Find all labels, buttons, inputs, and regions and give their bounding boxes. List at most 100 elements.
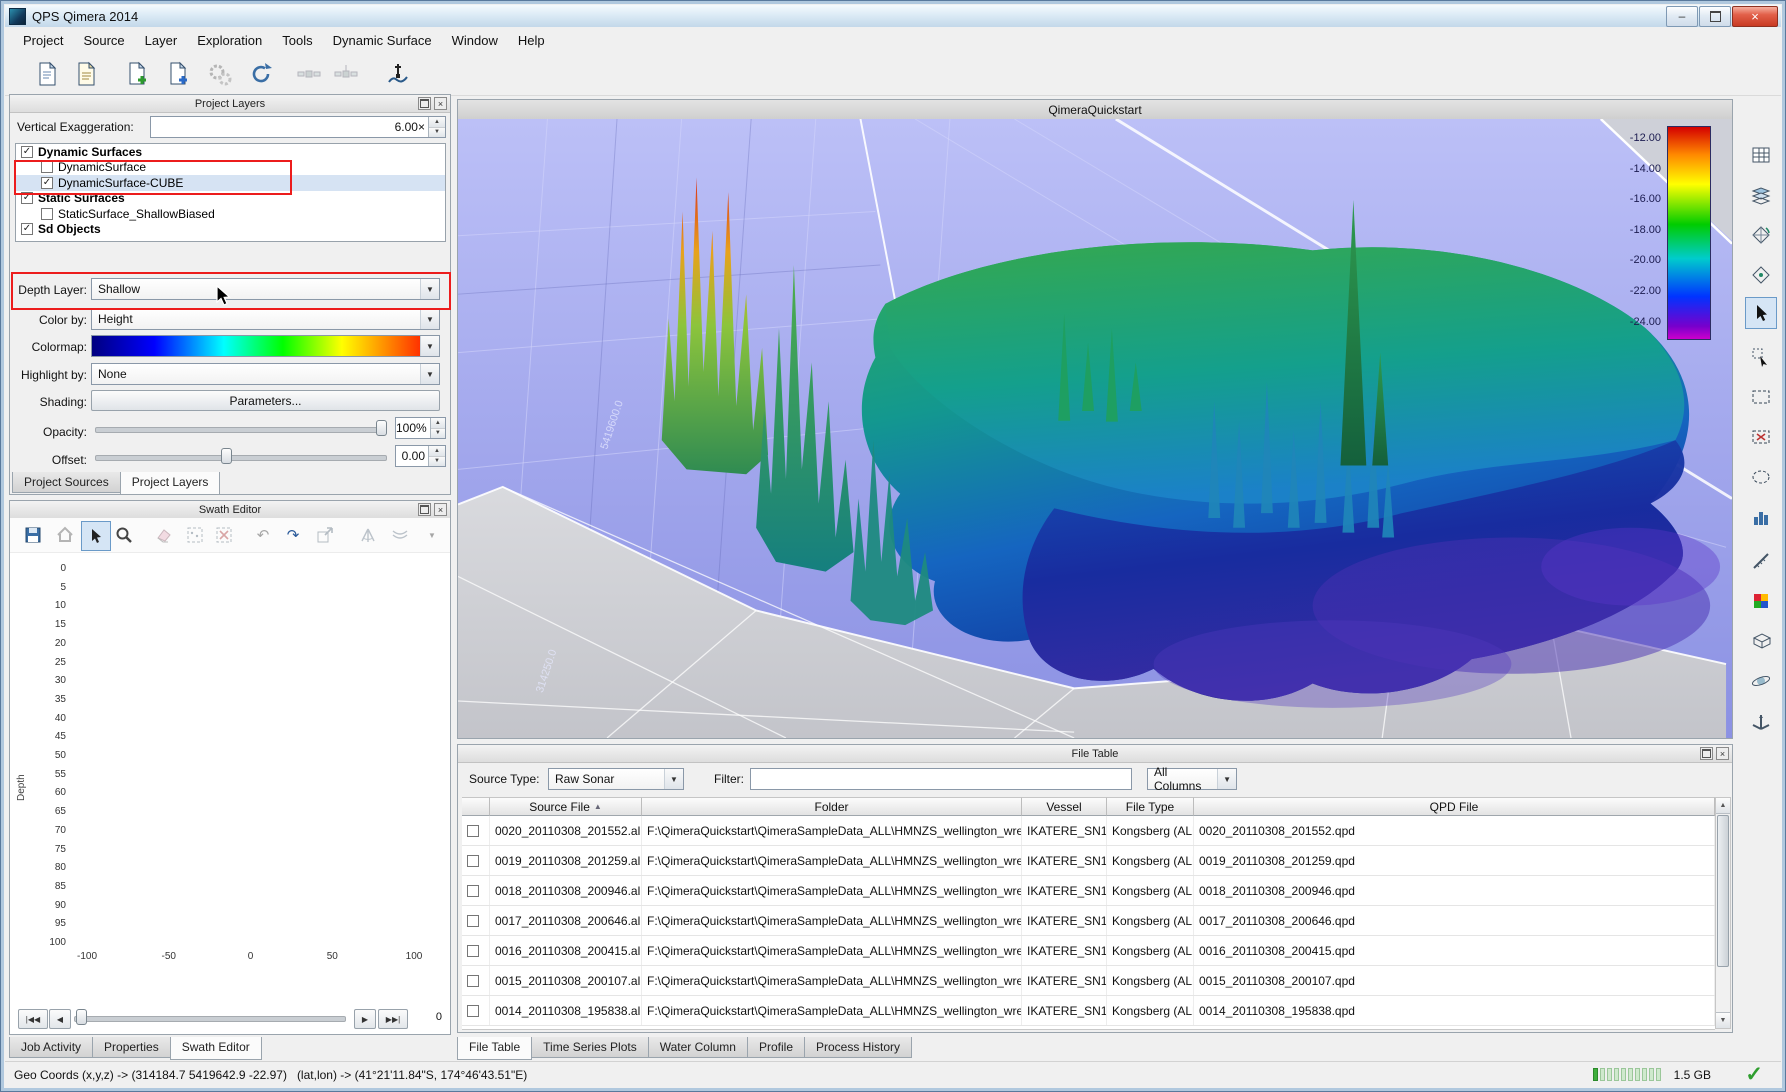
eraser-tool-button[interactable] — [149, 521, 177, 549]
row-checkbox[interactable] — [467, 1005, 479, 1017]
header-qpd-file[interactable]: QPD File — [1194, 797, 1715, 816]
tab-swath-editor[interactable]: Swath Editor — [170, 1037, 262, 1060]
beam-angle-button[interactable] — [354, 521, 382, 549]
scroll-up-icon[interactable]: ▲ — [1716, 798, 1730, 814]
row-checkbox[interactable] — [467, 945, 479, 957]
tab-profile[interactable]: Profile — [747, 1037, 805, 1058]
reject-box-button[interactable] — [311, 521, 339, 549]
table-row[interactable]: 0020_20110308_201552.allF:\QimeraQuickst… — [462, 816, 1715, 846]
reprocess-button[interactable] — [244, 57, 278, 91]
menu-window[interactable]: Window — [442, 30, 508, 51]
home-view-button[interactable] — [51, 521, 79, 549]
fast-forward-button[interactable]: ▶▶| — [378, 1009, 408, 1029]
header-file-type[interactable]: File Type — [1107, 797, 1194, 816]
scrollbar-thumb[interactable] — [1717, 815, 1729, 967]
table-row[interactable]: 0017_20110308_200646.allF:\QimeraQuickst… — [462, 906, 1715, 936]
header-folder[interactable]: Folder — [642, 797, 1022, 816]
row-checkbox[interactable] — [467, 855, 479, 867]
vertical-exaggeration-spinbox[interactable]: 6.00× ▲▼ — [150, 116, 446, 138]
opacity-slider[interactable] — [95, 418, 387, 438]
grid-select-button[interactable] — [181, 521, 209, 549]
shading-parameters-button[interactable]: Parameters... — [91, 390, 440, 411]
spin-down-icon[interactable]: ▼ — [429, 457, 445, 467]
mesh-select-button[interactable] — [1745, 259, 1777, 291]
orbit-button[interactable] — [1745, 665, 1777, 697]
grid-deselect-button[interactable] — [210, 521, 238, 549]
panel-close-button[interactable]: × — [434, 503, 447, 516]
filter-input[interactable] — [750, 768, 1132, 790]
table-row[interactable]: 0014_20110308_195838.allF:\QimeraQuickst… — [462, 996, 1715, 1026]
undo-button[interactable]: ↶ — [249, 521, 277, 549]
chevron-down-icon[interactable]: ▼ — [420, 336, 439, 356]
table-row[interactable]: 0019_20110308_201259.allF:\QimeraQuickst… — [462, 846, 1715, 876]
redo-button[interactable]: ↷ — [279, 521, 307, 549]
satellite-tool-2-button[interactable] — [329, 57, 363, 91]
row-checkbox[interactable] — [467, 825, 479, 837]
chevron-down-icon[interactable]: ▼ — [420, 364, 439, 384]
menu-layer[interactable]: Layer — [135, 30, 188, 51]
tab-job-activity[interactable]: Job Activity — [9, 1037, 93, 1058]
lasso-select-button[interactable] — [1745, 461, 1777, 493]
vertical-scrollbar[interactable]: ▲ ▼ — [1715, 797, 1731, 1029]
tab-project-layers[interactable]: Project Layers — [120, 472, 221, 495]
highlight-by-combo[interactable]: None ▼ — [91, 363, 440, 385]
close-button[interactable]: × — [1732, 6, 1778, 27]
spin-down-icon[interactable]: ▼ — [431, 429, 445, 439]
panel-float-button[interactable] — [418, 503, 431, 516]
checkbox[interactable] — [41, 208, 53, 220]
pointer-tool-button[interactable] — [81, 521, 111, 551]
table-row[interactable]: 0016_20110308_200415.allF:\QimeraQuickst… — [462, 936, 1715, 966]
menu-source[interactable]: Source — [73, 30, 134, 51]
spin-down-icon[interactable]: ▼ — [429, 128, 445, 138]
panel-close-button[interactable]: × — [1716, 747, 1729, 760]
bathymetry-3d-scene[interactable]: 5419600.0 314250.0 — [458, 119, 1732, 738]
panel-close-button[interactable]: × — [434, 97, 447, 110]
toolbar-overflow-button[interactable]: ▼ — [420, 521, 444, 549]
table-row[interactable]: 0015_20110308_200107.allF:\QimeraQuickst… — [462, 966, 1715, 996]
row-checkbox[interactable] — [467, 975, 479, 987]
columns-combo[interactable]: All Columns ▼ — [1147, 768, 1237, 790]
checkbox[interactable]: ✓ — [21, 223, 33, 235]
tab-time-series-plots[interactable]: Time Series Plots — [531, 1037, 649, 1058]
swath-layers-button[interactable] — [1745, 179, 1777, 211]
spin-up-icon[interactable]: ▲ — [431, 418, 445, 429]
panel-float-button[interactable] — [418, 97, 431, 110]
beam-swath-button[interactable] — [386, 521, 414, 549]
slider-handle[interactable] — [221, 448, 232, 464]
checkbox[interactable]: ✓ — [21, 146, 33, 158]
axes-3d-button[interactable] — [1745, 705, 1777, 737]
rect-select-button[interactable] — [1745, 381, 1777, 413]
ping-slider[interactable] — [74, 1007, 346, 1027]
processing-settings-button[interactable] — [203, 57, 237, 91]
scroll-down-icon[interactable]: ▼ — [1716, 1012, 1730, 1028]
offset-spinbox[interactable]: 0.00 ▲▼ — [395, 445, 446, 467]
spin-up-icon[interactable]: ▲ — [429, 117, 445, 128]
save-button[interactable] — [19, 521, 47, 549]
mesh-rotate-button[interactable] — [1745, 219, 1777, 251]
chevron-down-icon[interactable]: ▼ — [420, 309, 439, 329]
title-bar[interactable]: QPS Qimera 2014 – × — [5, 5, 1781, 27]
spin-up-icon[interactable]: ▲ — [429, 446, 445, 457]
menu-project[interactable]: Project — [13, 30, 73, 51]
tab-water-column[interactable]: Water Column — [648, 1037, 748, 1058]
tree-item-staticsurface-shallowbiased[interactable]: StaticSurface_ShallowBiased — [16, 206, 445, 222]
row-checkbox[interactable] — [467, 885, 479, 897]
chevron-down-icon[interactable]: ▼ — [664, 769, 683, 789]
row-checkbox[interactable] — [467, 915, 479, 927]
histogram-tool-button[interactable] — [1745, 501, 1777, 533]
header-vessel[interactable]: Vessel — [1022, 797, 1107, 816]
rect-deselect-button[interactable] — [1745, 421, 1777, 453]
header-source-file[interactable]: Source File▲ — [490, 797, 642, 816]
color-by-combo[interactable]: Height ▼ — [91, 308, 440, 330]
minimize-button[interactable]: – — [1666, 6, 1698, 27]
tree-item-sd-objects[interactable]: ✓Sd Objects — [16, 222, 445, 238]
table-row[interactable]: 0018_20110308_200946.allF:\QimeraQuickst… — [462, 876, 1715, 906]
color-grid-button[interactable] — [1745, 585, 1777, 617]
slider-handle[interactable] — [76, 1009, 87, 1025]
chevron-down-icon[interactable]: ▼ — [1217, 769, 1236, 789]
pointer-button[interactable] — [1745, 297, 1777, 329]
select-arrow-box-button[interactable] — [1745, 341, 1777, 373]
open-project-button[interactable] — [69, 57, 103, 91]
panel-float-button[interactable] — [1700, 747, 1713, 760]
source-type-combo[interactable]: Raw Sonar ▼ — [548, 768, 684, 790]
